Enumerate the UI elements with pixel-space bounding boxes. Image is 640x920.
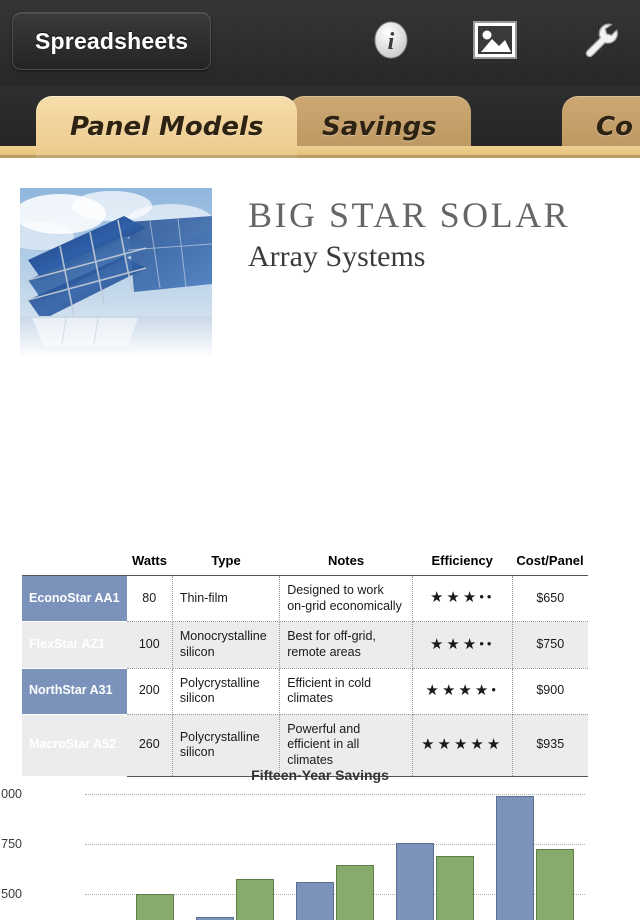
chart-bar[interactable]: [536, 849, 574, 920]
document-canvas: BIG STAR SOLAR Array Systems Watts Type …: [0, 158, 640, 920]
brand-block: BIG STAR SOLAR Array Systems: [212, 188, 570, 358]
col-header-watts: Watts: [127, 553, 173, 576]
savings-bar-chart: Fifteen-Year Savings $0$3,250$6,500$9,75…: [0, 758, 640, 920]
star-filled-icon: ★: [442, 682, 458, 699]
table-row[interactable]: FlexStar AZ1 100 Monocrystalline silicon…: [22, 622, 588, 668]
star-filled-icon: ★: [487, 736, 503, 753]
cell-watts: 100: [127, 622, 173, 668]
cell-watts: 80: [127, 576, 173, 622]
star-filled-icon: ★: [446, 589, 462, 606]
cell-notes: Efficient in cold climates: [280, 668, 413, 714]
col-header-notes: Notes: [280, 553, 413, 576]
toolbar-icon-group: i: [370, 18, 622, 62]
star-empty-icon: •: [487, 589, 495, 604]
chart-bar[interactable]: [436, 856, 474, 920]
tab-co-label: Co: [596, 112, 633, 142]
chart-bar[interactable]: [496, 796, 534, 920]
star-filled-icon: ★: [426, 682, 442, 699]
chart-bar[interactable]: [296, 882, 334, 920]
cell-cost: $750: [512, 622, 588, 668]
tab-panel-models-label: Panel Models: [70, 112, 263, 142]
star-empty-icon: •: [479, 636, 487, 651]
col-header-efficiency: Efficiency: [412, 553, 512, 576]
chart-y-tick-label: $9,750: [0, 837, 22, 851]
spreadsheets-back-label: Spreadsheets: [35, 28, 188, 55]
col-header-blank: [22, 553, 127, 576]
star-filled-icon: ★: [475, 682, 491, 699]
tab-bar: Co Savings Panel Models: [0, 86, 640, 158]
star-filled-icon: ★: [454, 736, 470, 753]
cell-model: NorthStar A31: [22, 668, 127, 714]
solar-panel-photo: [20, 188, 212, 358]
cell-efficiency: ★★★••: [412, 622, 512, 668]
chart-title: Fifteen-Year Savings: [0, 758, 640, 783]
spreadsheets-back-button[interactable]: Spreadsheets: [12, 12, 211, 70]
col-header-cost: Cost/Panel: [512, 553, 588, 576]
chart-plot-area: $0$3,250$6,500$9,750$13,000EconoStarFlex…: [85, 794, 585, 920]
star-empty-icon: •: [487, 636, 495, 651]
table-body: EconoStar AA1 80 Thin-film Designed to w…: [22, 576, 588, 777]
panel-models-table: Watts Type Notes Efficiency Cost/Panel E…: [22, 553, 588, 777]
cell-model: EconoStar AA1: [22, 576, 127, 622]
cell-watts: 200: [127, 668, 173, 714]
star-filled-icon: ★: [430, 636, 446, 653]
wrench-icon[interactable]: [578, 18, 622, 62]
col-header-type: Type: [172, 553, 279, 576]
table-row[interactable]: EconoStar AA1 80 Thin-film Designed to w…: [22, 576, 588, 622]
svg-text:i: i: [388, 29, 395, 55]
chart-bar[interactable]: [336, 865, 374, 920]
cell-cost: $650: [512, 576, 588, 622]
info-icon[interactable]: i: [370, 19, 412, 61]
cell-type: Monocrystalline silicon: [172, 622, 279, 668]
chart-bar[interactable]: [236, 879, 274, 920]
tab-bottom-shadow: [0, 155, 640, 158]
star-filled-icon: ★: [463, 636, 479, 653]
letterhead: BIG STAR SOLAR Array Systems: [0, 158, 640, 358]
cell-efficiency: ★★★★•: [412, 668, 512, 714]
star-filled-icon: ★: [430, 589, 446, 606]
cell-notes: Designed to work on-grid economically: [280, 576, 413, 622]
image-icon[interactable]: [472, 20, 518, 60]
cell-cost: $900: [512, 668, 588, 714]
tab-panel-models[interactable]: Panel Models: [36, 96, 297, 158]
brand-subtitle: Array Systems: [248, 240, 570, 274]
cell-model: FlexStar AZ1: [22, 622, 127, 668]
chart-bar[interactable]: [396, 843, 434, 920]
brand-title: BIG STAR SOLAR: [248, 194, 570, 236]
star-empty-icon: •: [479, 589, 487, 604]
star-filled-icon: ★: [463, 589, 479, 606]
cell-notes: Best for off-grid, remote areas: [280, 622, 413, 668]
chart-y-tick-label: $6,500: [0, 887, 22, 901]
cell-type: Polycrystalline silicon: [172, 668, 279, 714]
star-filled-icon: ★: [458, 682, 474, 699]
star-filled-icon: ★: [446, 636, 462, 653]
star-empty-icon: •: [491, 682, 499, 697]
chart-y-tick-label: $13,000: [0, 787, 22, 801]
cell-efficiency: ★★★••: [412, 576, 512, 622]
tab-savings-label: Savings: [322, 112, 437, 142]
star-filled-icon: ★: [438, 736, 454, 753]
star-filled-icon: ★: [470, 736, 486, 753]
chart-bar[interactable]: [136, 894, 174, 920]
star-filled-icon: ★: [421, 736, 437, 753]
cell-type: Thin-film: [172, 576, 279, 622]
table-header: Watts Type Notes Efficiency Cost/Panel: [22, 553, 588, 576]
top-toolbar: Spreadsheets i: [0, 0, 640, 86]
table-row[interactable]: NorthStar A31 200 Polycrystalline silico…: [22, 668, 588, 714]
